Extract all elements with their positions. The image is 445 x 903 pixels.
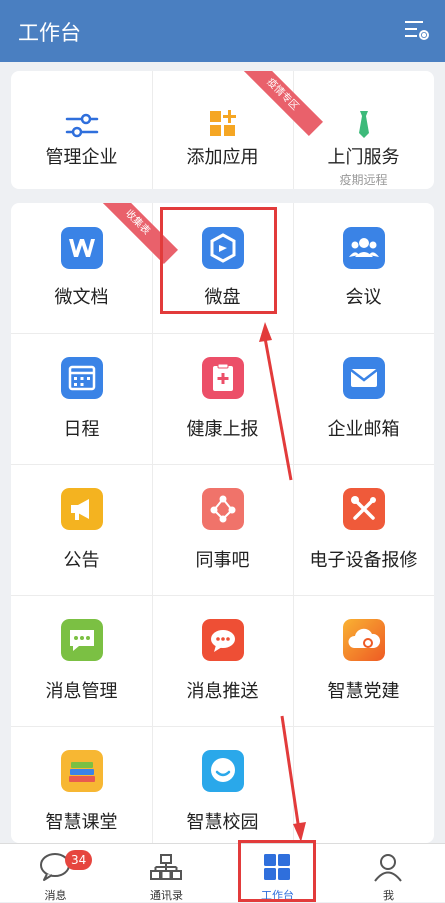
tab-label: 消息 [44, 889, 67, 902]
app-label: 智慧课堂 [45, 812, 118, 833]
app-label: 添加应用 [186, 147, 259, 168]
smile-bubble-icon [201, 750, 244, 792]
megaphone-icon [60, 488, 103, 530]
message-push-icon [201, 619, 244, 661]
app-label: 健康上报 [186, 419, 259, 440]
mail-icon [342, 357, 385, 399]
app-label: 微文档 [54, 287, 109, 308]
tab-label: 通讯录 [150, 889, 183, 902]
person-icon [374, 854, 402, 882]
app-smart-classroom[interactable]: 智慧课堂 [11, 726, 152, 843]
unread-badge: 34 [65, 850, 93, 870]
app-label: 会议 [345, 287, 382, 308]
app-message-management[interactable]: 消息管理 [11, 595, 152, 726]
org-chart-icon [150, 854, 182, 880]
app-label: 日程 [63, 419, 100, 440]
app-sublabel: 疫期远程 [339, 173, 388, 187]
app-health-report[interactable]: 健康上报 [152, 333, 293, 464]
app-device-repair[interactable]: 电子设备报修 [293, 464, 434, 595]
app-enterprise-mail[interactable]: 企业邮箱 [293, 333, 434, 464]
app-smart-party[interactable]: 智慧党建 [293, 595, 434, 726]
tab-me[interactable]: 我 [333, 844, 444, 903]
app-message-push[interactable]: 消息推送 [152, 595, 293, 726]
settings-icon[interactable] [403, 18, 431, 44]
app-label: 管理企业 [45, 147, 118, 168]
chat-icon [60, 619, 103, 661]
app-meeting[interactable]: 会议 [293, 203, 434, 333]
doc-w-icon [60, 227, 103, 269]
app-label: 消息管理 [45, 681, 118, 702]
app-label: 上门服务 [327, 147, 400, 168]
app-smart-campus[interactable]: 智慧校园 [152, 726, 293, 843]
calendar-icon [60, 357, 103, 399]
tab-label: 我 [383, 889, 394, 902]
app-micro-doc[interactable]: 微文档 收集表 [11, 203, 179, 333]
tools-icon [342, 488, 385, 530]
app-label: 公告 [63, 550, 100, 571]
cloud-icon [342, 619, 385, 661]
app-onsite-service[interactable]: 上门服务 疫期远程 [293, 71, 434, 189]
tie-icon [358, 111, 369, 138]
page-title: 工作台 [18, 21, 81, 45]
app-manage-company[interactable]: 管理企业 [11, 71, 152, 189]
tab-messages[interactable]: 34 消息 [0, 844, 111, 903]
sliders-icon [65, 113, 98, 138]
network-icon [201, 488, 244, 530]
top-apps-card: 管理企业 添加应用 疫情专区 上门服务 疫期远程 [11, 71, 434, 189]
app-schedule[interactable]: 日程 [11, 333, 152, 464]
app-label: 消息推送 [186, 681, 259, 702]
add-app-icon [209, 110, 236, 136]
medical-clipboard-icon [201, 357, 244, 399]
app-label: 电子设备报修 [309, 550, 418, 571]
app-colleague-bar[interactable]: 同事吧 [152, 464, 293, 595]
books-icon [60, 750, 103, 792]
app-label: 同事吧 [195, 550, 250, 571]
app-announcement[interactable]: 公告 [11, 464, 152, 595]
highlight-box [238, 840, 316, 902]
meeting-icon [342, 227, 385, 269]
app-add-application[interactable]: 添加应用 疫情专区 [152, 71, 324, 189]
app-label: 智慧校园 [186, 812, 259, 833]
highlight-box [160, 207, 277, 314]
header-bar: 工作台 [0, 0, 445, 62]
tab-contacts[interactable]: 通讯录 [111, 844, 222, 903]
bottom-tab-bar: 34 消息 通讯录 工作台 我 [0, 843, 445, 902]
app-label: 智慧党建 [327, 681, 400, 702]
app-label: 企业邮箱 [327, 419, 400, 440]
